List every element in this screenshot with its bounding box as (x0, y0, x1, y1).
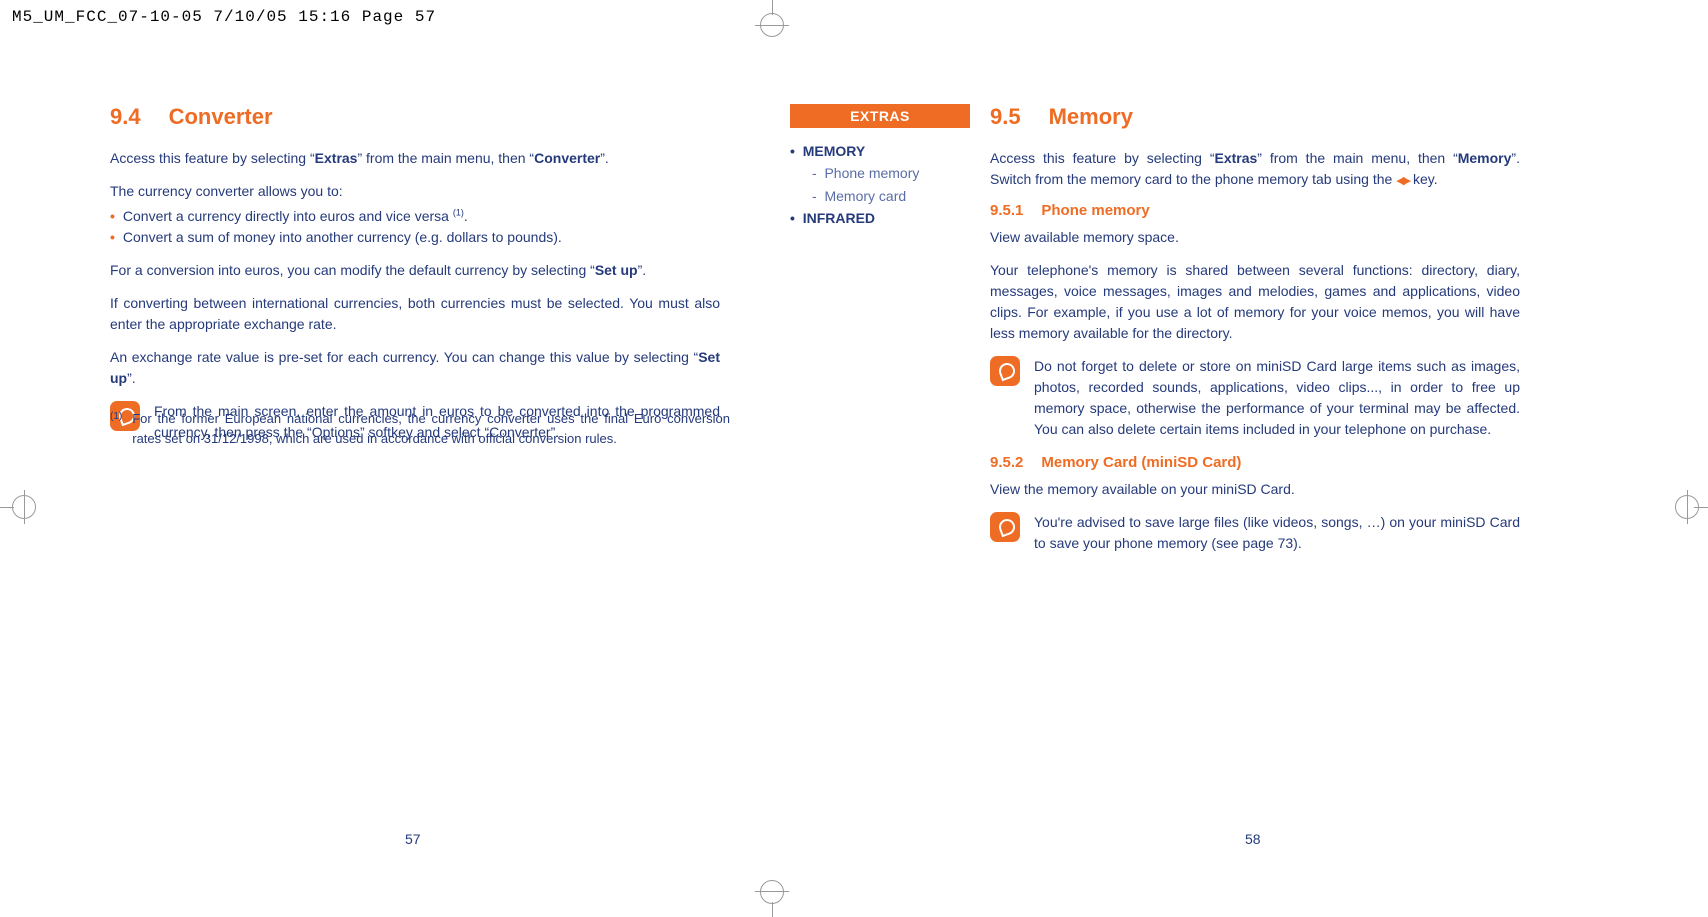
subsection-title-phone-memory: Phone memory (1041, 202, 1149, 219)
lightbulb-icon (990, 512, 1020, 542)
left-right-key-icon: ◀▶ (1396, 175, 1409, 187)
sidebar-item-infrared: • INFRARED (790, 207, 970, 229)
converter-intro: Access this feature by selecting “Extras… (110, 148, 720, 169)
converter-allows: The currency converter allows you to: (110, 181, 720, 202)
converter-rate: An exchange rate value is pre-set for ea… (110, 347, 720, 389)
page-58: EXTRAS • MEMORY - Phone memory - Memory … (790, 104, 1580, 568)
subsection-title-memory-card: Memory Card (miniSD Card) (1041, 454, 1241, 471)
sidebar-item-memory: • MEMORY (790, 140, 970, 162)
crop-mark-top (755, 0, 789, 34)
subsection-number-9-5-1: 9.5.1 (990, 202, 1023, 219)
print-slug-line: M5_UM_FCC_07-10-05 7/10/05 15:16 Page 57 (0, 0, 1708, 34)
phone-memory-shared: Your telephone's memory is shared betwee… (990, 260, 1520, 344)
extras-sidebar: EXTRAS • MEMORY - Phone memory - Memory … (790, 104, 990, 568)
sidebar-sub-phone-memory: - Phone memory (790, 162, 970, 184)
bullet-icon: • (110, 227, 115, 248)
page-number-58: 58 (1245, 831, 1261, 847)
page-number-57: 57 (405, 831, 421, 847)
memory-intro: Access this feature by selecting “Extras… (990, 148, 1520, 190)
extras-heading: EXTRAS (790, 104, 970, 128)
crop-mark-right (1663, 490, 1708, 524)
memory-card-view: View the memory available on your miniSD… (990, 479, 1520, 500)
crop-mark-bottom (755, 883, 789, 917)
page-57: 9.4 Converter Access this feature by sel… (0, 104, 790, 568)
section-title-memory: Memory (1049, 104, 1133, 130)
sidebar-sub-memory-card: - Memory card (790, 185, 970, 207)
memory-card-tip: You're advised to save large files (like… (990, 512, 1520, 554)
bullet-icon: • (110, 206, 115, 227)
section-number-9-4: 9.4 (110, 104, 141, 130)
converter-intl: If converting between international curr… (110, 293, 720, 335)
phone-memory-view: View available memory space. (990, 227, 1520, 248)
converter-setup: For a conversion into euros, you can mod… (110, 260, 720, 281)
footnote-1: (1) For the former European national cur… (110, 409, 730, 448)
converter-bullets: • Convert a currency directly into euros… (110, 206, 720, 248)
section-title-converter: Converter (169, 104, 273, 130)
phone-memory-tip: Do not forget to delete or store on mini… (990, 356, 1520, 440)
lightbulb-icon (990, 356, 1020, 386)
subsection-number-9-5-2: 9.5.2 (990, 454, 1023, 471)
section-number-9-5: 9.5 (990, 104, 1021, 130)
